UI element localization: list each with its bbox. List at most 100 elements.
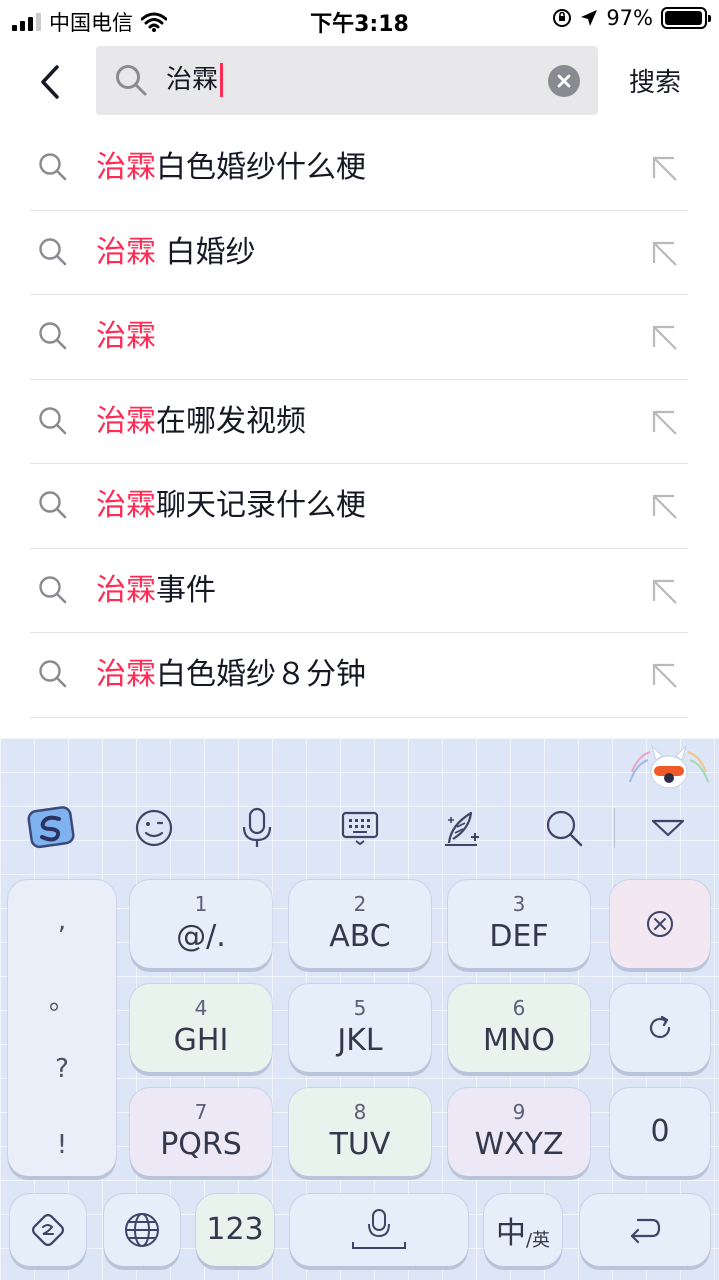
suggestion-item[interactable]: 治霖在哪发视频 — [0, 380, 719, 464]
key-2[interactable]: 2 ABC — [289, 880, 431, 968]
punct-question[interactable]: ? — [8, 1054, 116, 1084]
fill-query-button[interactable] — [650, 323, 678, 355]
punct-period[interactable]: 。 — [8, 980, 116, 1017]
return-key[interactable] — [580, 1194, 710, 1266]
punct-comma[interactable]: , — [8, 906, 116, 936]
key-8[interactable]: 8 TUV — [289, 1088, 431, 1176]
key-5[interactable]: 5 JKL — [289, 984, 431, 1072]
key-9[interactable]: 9 WXYZ — [448, 1088, 590, 1176]
fill-query-button[interactable] — [650, 577, 678, 609]
magnifier-icon — [39, 322, 67, 350]
suggestion-text: 治霖 — [96, 315, 156, 359]
suggestion-rest: 在哪发视频 — [156, 403, 306, 439]
handwriting-icon — [445, 811, 479, 846]
battery-icon — [661, 7, 711, 29]
suggestion-item[interactable]: 治霖 白婚纱 — [0, 211, 719, 295]
suggestion-item[interactable]: 治霖事件 — [0, 549, 719, 633]
toolbar-divider — [614, 808, 615, 848]
mascot-icon — [629, 744, 709, 789]
key-3[interactable]: 3 DEF — [448, 880, 590, 968]
suggestion-search-icon — [38, 152, 68, 186]
collapse-keyboard-button[interactable] — [640, 804, 696, 852]
search-query-text: 治霖 — [166, 65, 219, 95]
magnifier-icon — [39, 491, 67, 519]
delete-icon — [647, 911, 673, 937]
punctuation-column[interactable]: , 。 ? ! — [8, 880, 116, 1176]
suggestion-text: 治霖聊天记录什么梗 — [96, 484, 366, 528]
key-1[interactable]: 1 @/. — [130, 880, 272, 968]
suggestion-item[interactable]: 治霖白色婚纱８分钟 — [0, 633, 719, 718]
suggestion-list: 治霖白色婚纱什么梗 治霖 白婚纱 治霖 治霖在哪发视频 治霖聊天记录什么梗 治霖事件 治霖白… — [0, 126, 719, 718]
search-button[interactable]: 搜索 — [629, 62, 681, 99]
suggestion-search-icon — [38, 406, 68, 440]
suggestion-item[interactable]: 治霖 — [0, 295, 719, 380]
text-caret — [220, 63, 224, 97]
magnifier-icon — [116, 65, 147, 96]
voice-input-button[interactable] — [229, 804, 285, 852]
battery-percent: 97% — [606, 6, 653, 30]
suggestion-text: 治霖事件 — [96, 569, 216, 613]
keyboard-search-button[interactable] — [536, 804, 592, 852]
back-arrow-icon — [41, 65, 59, 99]
search-header: 治霖 搜索 — [0, 40, 719, 124]
location-arrow-icon — [581, 10, 598, 26]
clear-button[interactable] — [548, 65, 580, 97]
back-button[interactable] — [30, 60, 70, 104]
handwriting-button[interactable] — [434, 804, 490, 852]
emoji-button[interactable] — [126, 804, 182, 852]
reset-key[interactable] — [610, 984, 710, 1072]
suggestion-highlight: 治霖 — [96, 319, 156, 354]
emoji-icon — [135, 809, 173, 847]
space-key[interactable] — [290, 1194, 468, 1266]
search-input[interactable]: 治霖 — [96, 46, 598, 115]
key-0[interactable]: 0 — [610, 1088, 710, 1176]
fill-query-button[interactable] — [650, 492, 678, 524]
suggestion-highlight: 治霖 — [96, 488, 156, 523]
emoji-switch-key[interactable] — [10, 1194, 86, 1266]
suggestion-rest: 白婚纱 — [156, 234, 256, 270]
key-7[interactable]: 7 PQRS — [130, 1088, 272, 1176]
magnifier-icon — [39, 575, 67, 603]
magnifier-icon — [39, 660, 67, 688]
sogou-logo-button[interactable] — [24, 804, 80, 852]
keyboard-icon — [341, 811, 379, 845]
keyboard-switch-button[interactable] — [332, 804, 388, 852]
fill-query-arrow-icon — [652, 663, 677, 688]
punct-exclaim[interactable]: ! — [8, 1130, 116, 1160]
suggestion-search-icon — [38, 490, 68, 524]
suggestion-text: 治霖白色婚纱８分钟 — [96, 653, 366, 697]
fill-query-button[interactable] — [650, 661, 678, 693]
delete-key[interactable] — [610, 880, 710, 968]
suggestion-highlight: 治霖 — [96, 234, 156, 270]
reset-icon — [649, 1015, 671, 1039]
suggestion-item[interactable]: 治霖白色婚纱什么梗 — [0, 126, 719, 211]
suggestion-rest: 白色婚纱什么梗 — [156, 150, 366, 185]
keyboard: , 。 ? ! 1 @/. 2 ABC 3 DEF 4 GHI 5 JKL 6 … — [0, 738, 719, 1280]
collapse-icon — [651, 819, 685, 837]
fill-query-button[interactable] — [650, 154, 678, 186]
globe-key[interactable] — [104, 1194, 180, 1266]
key-6[interactable]: 6 MNO — [448, 984, 590, 1072]
suggestion-text: 治霖白色婚纱什么梗 — [96, 146, 366, 190]
fill-query-button[interactable] — [650, 408, 678, 440]
suggestion-highlight: 治霖 — [96, 657, 156, 692]
sogou-logo-icon — [27, 806, 75, 849]
fill-query-button[interactable] — [650, 239, 678, 271]
suggestion-highlight: 治霖 — [96, 150, 156, 185]
numbers-key[interactable]: 123 — [196, 1194, 274, 1266]
key-4[interactable]: 4 GHI — [130, 984, 272, 1072]
suggestion-highlight: 治霖 — [96, 572, 156, 608]
suggestion-text: 治霖 白婚纱 — [96, 231, 256, 275]
language-switch-key[interactable]: 中 /英 — [484, 1194, 562, 1266]
fill-query-arrow-icon — [652, 325, 677, 350]
suggestion-search-icon — [38, 321, 68, 355]
space-mic-icon — [352, 1209, 406, 1249]
suggestion-rest: 聊天记录什么梗 — [156, 488, 366, 523]
magnifier-icon — [39, 237, 67, 265]
suggestion-search-icon — [38, 659, 68, 693]
globe-icon — [125, 1213, 159, 1247]
fill-query-arrow-icon — [652, 241, 677, 266]
suggestion-search-icon — [38, 575, 68, 609]
search-icon — [546, 810, 583, 847]
suggestion-item[interactable]: 治霖聊天记录什么梗 — [0, 464, 719, 549]
